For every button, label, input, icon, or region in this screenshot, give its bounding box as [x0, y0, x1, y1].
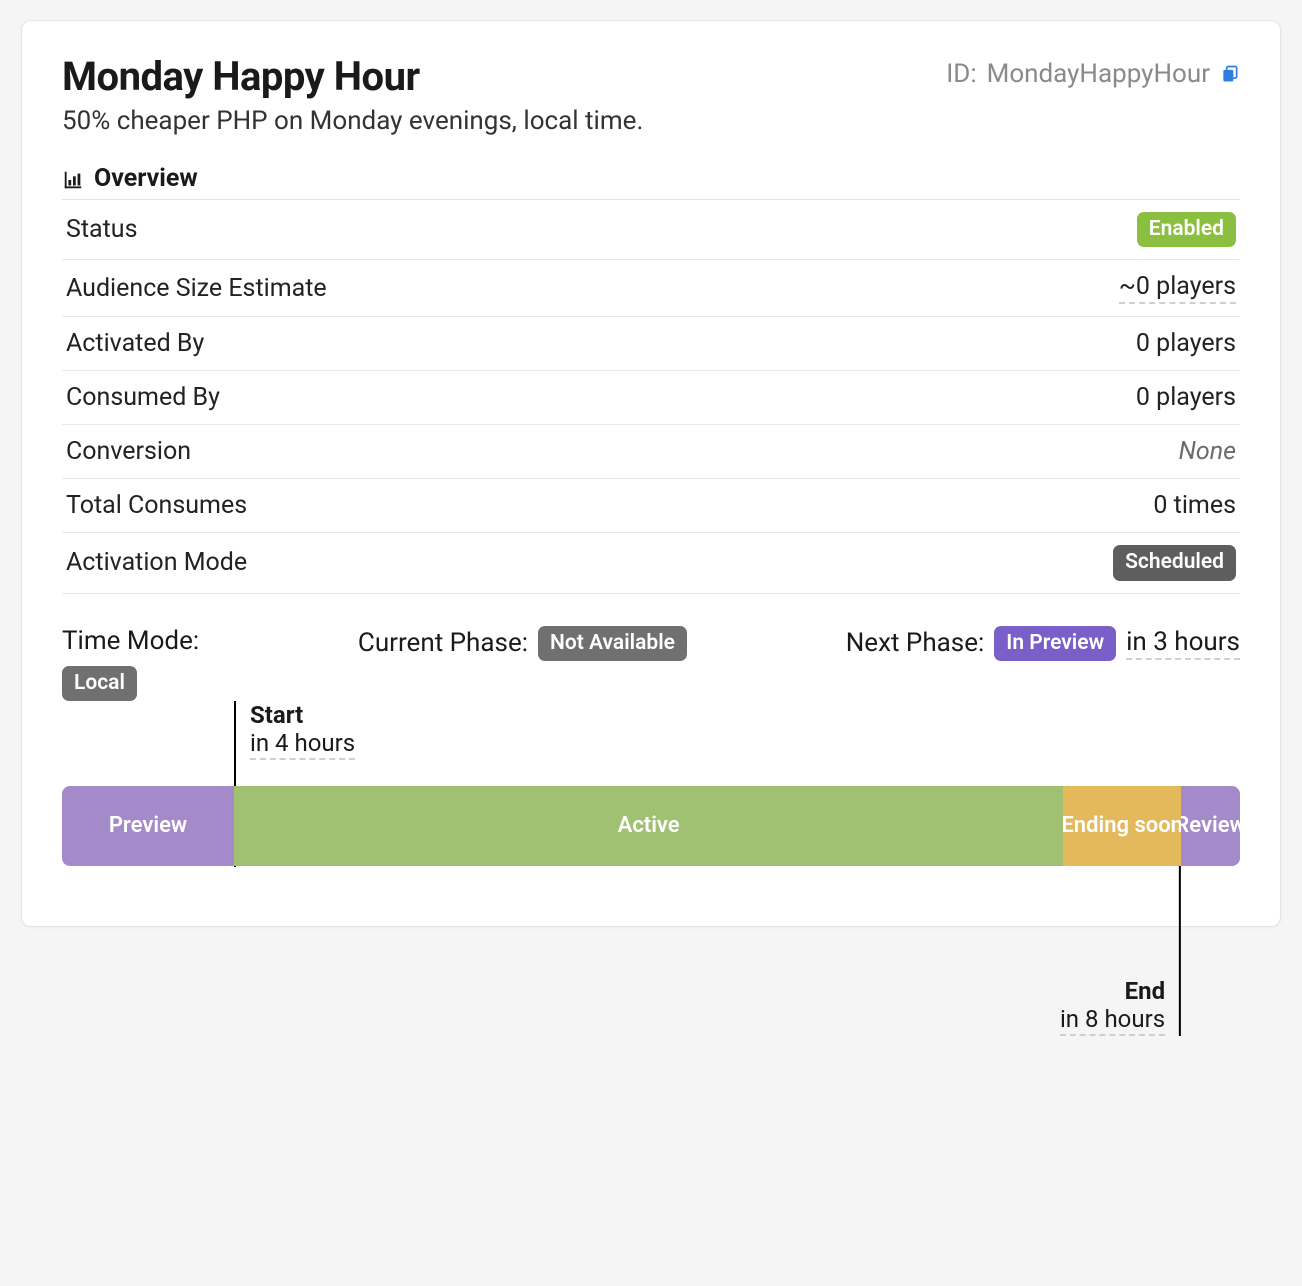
- offer-card: Monday Happy Hour ID: MondayHappyHour 50…: [21, 20, 1281, 927]
- id-block: ID: MondayHappyHour: [946, 59, 1240, 89]
- start-time: in 4 hours: [250, 729, 355, 760]
- row-activated-by: Activated By 0 players: [62, 317, 1240, 371]
- segment-preview: Preview: [62, 786, 234, 866]
- overview-title: Overview: [94, 164, 198, 193]
- row-value: None: [1179, 437, 1236, 466]
- header-row: Monday Happy Hour ID: MondayHappyHour: [62, 53, 1240, 100]
- timeline-end-marker: End in 8 hours: [1060, 866, 1181, 1036]
- time-mode-badge: Local: [62, 666, 137, 701]
- row-value: 0 times: [1153, 491, 1236, 520]
- timeline: Start in 4 hours Preview Active Ending s…: [62, 786, 1240, 866]
- copy-icon[interactable]: [1220, 64, 1240, 84]
- activation-mode-badge: Scheduled: [1113, 545, 1236, 580]
- timeline-bar: Preview Active Ending soon Review: [62, 786, 1240, 866]
- row-label: Audience Size Estimate: [66, 274, 327, 303]
- next-phase-time: in 3 hours: [1126, 627, 1240, 660]
- current-phase-badge: Not Available: [538, 626, 687, 661]
- row-audience: Audience Size Estimate ~0 players: [62, 260, 1240, 317]
- status-badge: Enabled: [1137, 212, 1236, 247]
- row-label: Consumed By: [66, 383, 220, 412]
- row-conversion: Conversion None: [62, 425, 1240, 479]
- next-phase-label: Next Phase:: [846, 628, 985, 658]
- row-value: 0 players: [1136, 329, 1236, 358]
- time-mode-block: Time Mode: Local: [62, 626, 199, 701]
- row-label: Conversion: [66, 437, 191, 466]
- next-phase-badge: In Preview: [994, 626, 1116, 661]
- row-label: Status: [66, 215, 137, 244]
- segment-review: Review: [1181, 786, 1240, 866]
- overview-rows: Status Enabled Audience Size Estimate ~0…: [62, 200, 1240, 594]
- phase-row: Time Mode: Local Current Phase: Not Avai…: [62, 626, 1240, 701]
- segment-active: Active: [234, 786, 1063, 866]
- row-label: Activated By: [66, 329, 204, 358]
- current-phase-label: Current Phase:: [358, 628, 528, 658]
- row-value: ~0 players: [1119, 272, 1236, 304]
- row-total-consumes: Total Consumes 0 times: [62, 479, 1240, 533]
- row-value: 0 players: [1136, 383, 1236, 412]
- subtitle: 50% cheaper PHP on Monday evenings, loca…: [62, 106, 1240, 136]
- end-time: in 8 hours: [1060, 1005, 1165, 1036]
- bar-chart-icon: [62, 169, 84, 191]
- segment-ending: Ending soon: [1063, 786, 1181, 866]
- row-activation-mode: Activation Mode Scheduled: [62, 533, 1240, 593]
- row-consumed-by: Consumed By 0 players: [62, 371, 1240, 425]
- current-phase-block: Current Phase: Not Available: [358, 626, 687, 661]
- row-status: Status Enabled: [62, 200, 1240, 260]
- overview-header: Overview: [62, 164, 1240, 200]
- row-label: Activation Mode: [66, 548, 247, 577]
- time-mode-label: Time Mode:: [62, 626, 199, 656]
- id-value: MondayHappyHour: [987, 59, 1210, 89]
- end-label: End: [1125, 977, 1165, 1005]
- id-label: ID:: [946, 59, 976, 89]
- start-label: Start: [250, 701, 355, 729]
- next-phase-block: Next Phase: In Preview in 3 hours: [846, 626, 1240, 661]
- page-title: Monday Happy Hour: [62, 53, 420, 100]
- row-label: Total Consumes: [66, 491, 247, 520]
